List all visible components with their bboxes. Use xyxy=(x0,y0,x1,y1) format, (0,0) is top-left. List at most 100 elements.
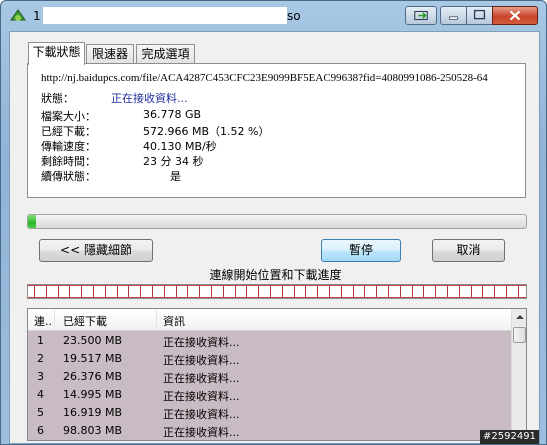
list-header: 連.. 已經下載 資訊 xyxy=(28,309,511,331)
segment-marker xyxy=(281,286,283,297)
downloaded-value: 572.966 MB（1.52 %） xyxy=(143,125,270,138)
row-info: 正在接收資料... xyxy=(163,426,240,439)
row-downloaded: 23.500 MB xyxy=(63,334,123,347)
segment-marker xyxy=(364,286,366,297)
segment-marker xyxy=(447,286,448,297)
download-url: http://nj.baidupcs.com/file/ACA4287C453C… xyxy=(41,72,488,84)
list-item[interactable]: 5 16.919 MB 正在接收資料... xyxy=(28,404,511,422)
pause-button[interactable]: 暫停 xyxy=(321,239,401,262)
resume-status-value: 是 xyxy=(170,170,181,183)
segment-marker xyxy=(411,286,413,297)
minimize-icon xyxy=(449,16,458,20)
file-size-value: 36.778 GB xyxy=(143,108,202,121)
column-header-downloaded[interactable]: 已經下載 xyxy=(63,313,107,329)
list-item[interactable]: 3 26.376 MB 正在接收資料... xyxy=(28,368,511,386)
window-title-suffix: so xyxy=(287,9,301,23)
row-info: 正在接收資料... xyxy=(163,336,240,349)
list-item[interactable]: 6 98.803 MB 正在接收資料... xyxy=(28,422,511,440)
connections-list[interactable]: 連.. 已經下載 資訊 1 23.500 MB 正在接收資料... 2 19.5… xyxy=(27,308,527,441)
connections-title: 連線開始位置和下載進度 xyxy=(209,268,342,282)
row-connection-id: 2 xyxy=(37,352,44,365)
row-downloaded: 14.995 MB xyxy=(63,388,123,401)
segment-marker xyxy=(175,286,177,297)
list-item[interactable]: 2 19.517 MB 正在接收資料... xyxy=(28,350,511,368)
column-divider[interactable] xyxy=(156,309,157,331)
progress-fill xyxy=(28,215,36,228)
segment-marker xyxy=(270,286,271,297)
column-header-info[interactable]: 資訊 xyxy=(163,313,185,329)
watermark-text: #2592491 xyxy=(480,430,539,444)
window-title-prefix: 1 xyxy=(33,9,41,23)
segment-marker xyxy=(222,286,224,297)
segment-marker xyxy=(57,286,59,297)
segment-marker xyxy=(423,286,425,297)
speed-label: 傳輸速度： xyxy=(41,140,96,153)
connection-segments-bar xyxy=(27,284,527,299)
tab-download-status[interactable]: 下載狀態 xyxy=(28,42,85,65)
column-header-connection[interactable]: 連.. xyxy=(34,313,52,329)
row-downloaded: 19.517 MB xyxy=(63,352,123,365)
status-label: 狀態： xyxy=(41,92,74,105)
hide-details-button[interactable]: << 隱藏細節 xyxy=(39,239,153,262)
segment-marker xyxy=(470,286,472,297)
row-connection-id: 4 xyxy=(37,388,44,401)
segment-marker xyxy=(211,286,212,297)
segment-marker xyxy=(163,286,165,297)
segment-marker xyxy=(388,286,389,297)
minimize-button[interactable] xyxy=(440,6,467,25)
list-item[interactable]: 4 14.995 MB 正在接收資料... xyxy=(28,386,511,404)
row-connection-id: 5 xyxy=(37,406,44,419)
app-icon xyxy=(10,9,26,21)
segment-marker xyxy=(104,286,106,297)
segment-marker xyxy=(305,286,307,297)
segment-marker xyxy=(293,286,295,297)
download-window: 1 so 下載狀態 限速器 完成選項 http://nj.baidupcs.co… xyxy=(0,0,547,445)
segment-marker xyxy=(329,286,330,297)
tab-completion-options[interactable]: 完成選項 xyxy=(136,44,195,64)
segment-marker xyxy=(199,286,201,297)
segment-marker xyxy=(246,286,248,297)
close-button[interactable] xyxy=(492,6,538,25)
row-info: 正在接收資料... xyxy=(163,408,240,421)
row-info: 正在接收資料... xyxy=(163,390,240,403)
segment-marker xyxy=(128,286,130,297)
list-scrollbar[interactable] xyxy=(511,309,527,440)
segment-marker xyxy=(494,286,496,297)
row-connection-id: 6 xyxy=(37,424,44,437)
title-redaction xyxy=(43,7,287,24)
download-details-panel: http://nj.baidupcs.com/file/ACA4287C453C… xyxy=(27,63,526,198)
segment-marker xyxy=(116,286,118,297)
segment-marker xyxy=(34,286,35,297)
title-bar[interactable]: 1 so xyxy=(1,1,546,31)
segment-marker xyxy=(482,286,484,297)
download-progress-bar xyxy=(27,214,527,229)
segment-marker xyxy=(69,286,71,297)
status-value: 正在接收資料... xyxy=(111,92,188,105)
list-item[interactable]: 1 23.500 MB 正在接收資料... xyxy=(28,332,511,350)
maximize-button[interactable] xyxy=(466,6,493,25)
scroll-thumb[interactable] xyxy=(513,327,526,343)
cancel-button[interactable]: 取消 xyxy=(432,239,505,262)
file-size-label: 檔案大小： xyxy=(41,110,96,123)
segment-marker xyxy=(234,286,236,297)
client-area: 下載狀態 限速器 完成選項 http://nj.baidupcs.com/fil… xyxy=(9,31,540,444)
scroll-up-icon[interactable] xyxy=(512,309,527,326)
segment-marker xyxy=(317,286,319,297)
tab-speed-limiter[interactable]: 限速器 xyxy=(86,44,134,64)
minimize-to-tray-button[interactable] xyxy=(405,6,437,25)
row-info: 正在接收資料... xyxy=(163,372,240,385)
remaining-time-label: 剩餘時間： xyxy=(41,155,96,168)
row-info: 正在接收資料... xyxy=(163,354,240,367)
row-downloaded: 16.919 MB xyxy=(63,406,123,419)
segment-marker xyxy=(340,286,342,297)
maximize-icon xyxy=(473,9,486,20)
segment-marker xyxy=(81,286,83,297)
row-downloaded: 98.803 MB xyxy=(63,424,123,437)
segments-outline xyxy=(28,285,526,298)
segment-marker xyxy=(258,286,260,297)
column-divider[interactable] xyxy=(54,309,55,331)
segment-marker xyxy=(506,286,507,297)
segment-marker xyxy=(517,286,519,297)
row-connection-id: 3 xyxy=(37,370,44,383)
segment-marker xyxy=(376,286,378,297)
